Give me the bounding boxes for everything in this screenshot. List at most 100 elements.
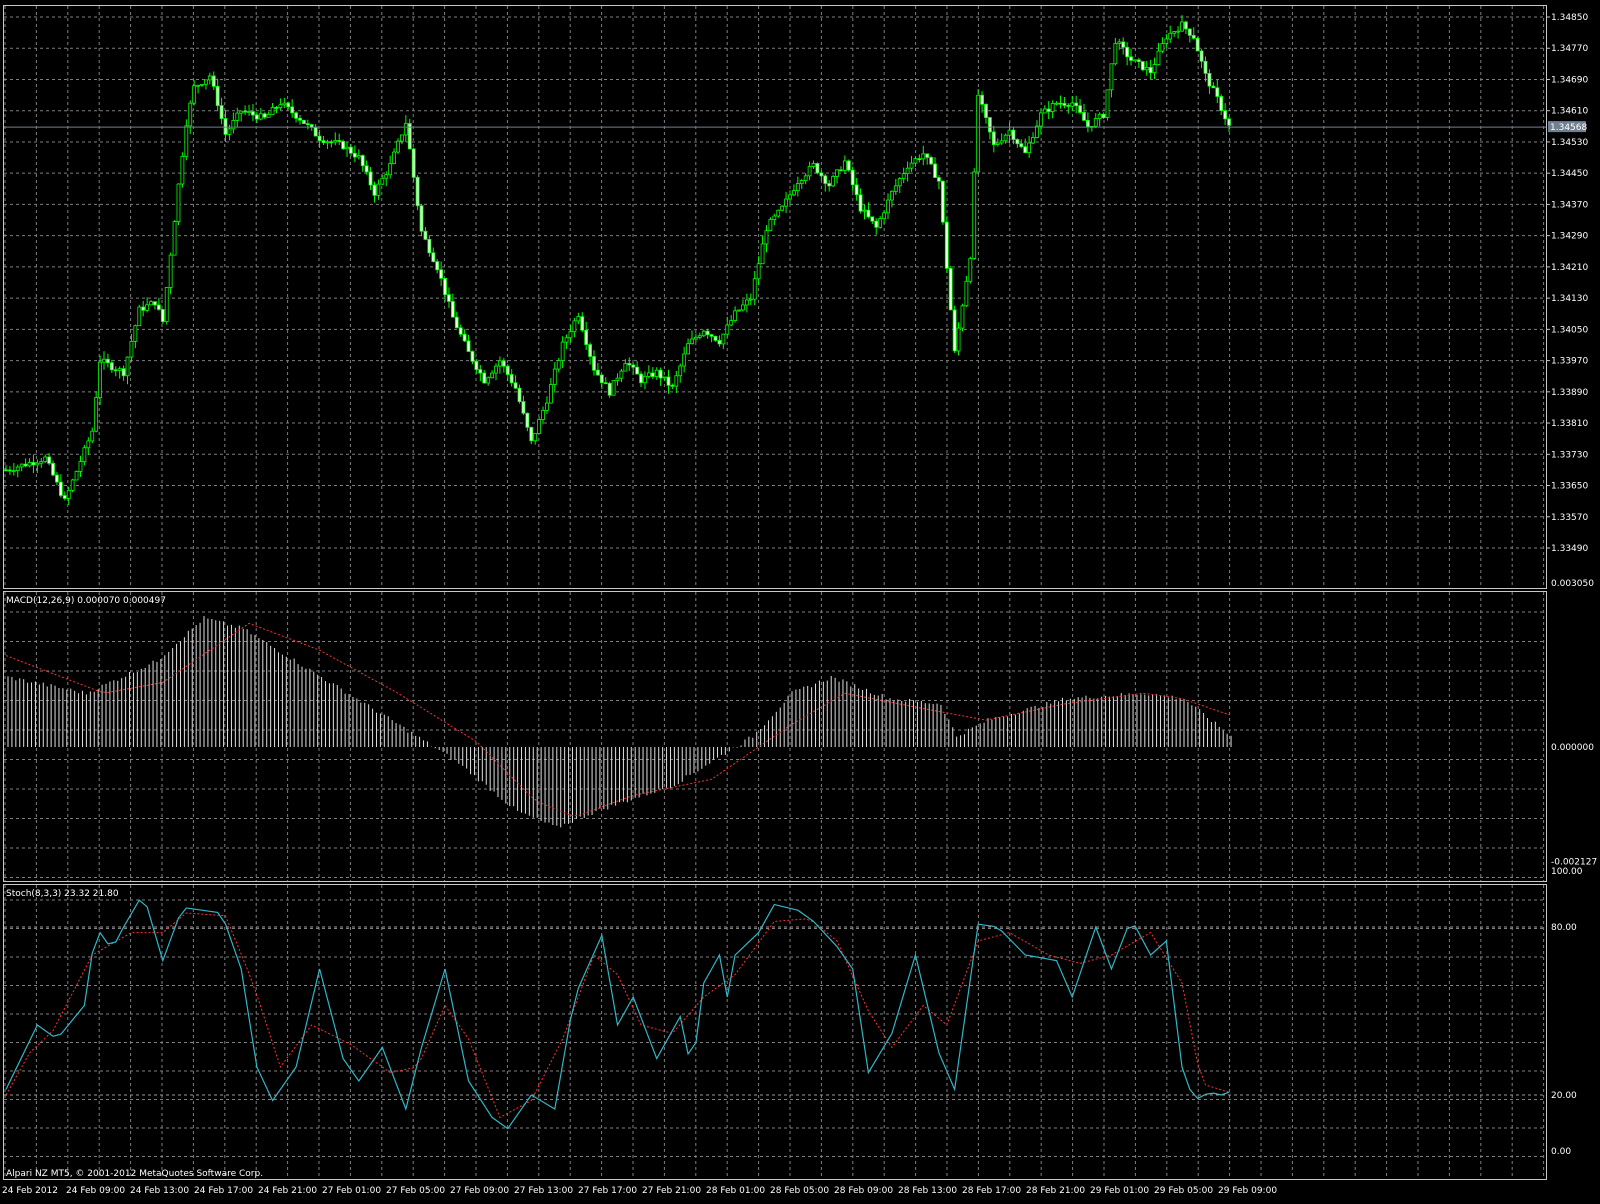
candle-body [1207,72,1212,87]
candle-body [752,278,757,300]
candle-body [611,380,616,396]
candle-body [411,148,416,178]
candle-body [576,316,581,322]
candle-body [270,107,275,115]
candle-body [866,209,871,218]
candle-body [529,426,534,442]
candle-body [670,384,675,387]
time-tick-label: 27 Feb 17:00 [578,1186,637,1196]
copyright-text: Alpari NZ MT5, © 2001-2012 MetaQuotes So… [6,1169,263,1179]
candle-body [944,221,949,269]
time-axis: 24 Feb 2012 24 Feb 09:00 24 Feb 13:00 24 Fe… [2,1186,1277,1196]
price-tick-label: 1.33730 [1551,450,1588,460]
candle-body [1007,129,1012,136]
candle-body [741,304,745,311]
candle-body [298,117,302,121]
candle-body [1180,21,1184,32]
candle-body [815,163,820,174]
candle-body [592,356,596,371]
candle-body [427,238,432,254]
main-chart-panel[interactable] [3,5,1547,589]
candle-body [643,375,647,384]
candle-body [556,360,561,370]
candle-body [172,221,177,256]
candle-body [23,463,28,467]
candle-body [713,335,718,341]
candle-body [756,263,761,280]
price-tick-label: 1.33570 [1551,513,1588,523]
candle-body [55,474,59,483]
macd-tick-label: -0.002127 [1551,857,1597,867]
price-candles [4,15,1231,505]
time-tick-label: 24 Feb 21:00 [258,1186,317,1196]
candle-body [1027,142,1032,154]
candle-body [345,146,349,150]
candle-body [176,183,181,223]
candle-body [184,125,189,157]
candle-body [658,369,663,379]
candle-body [1046,108,1051,112]
candle-body [1117,41,1122,45]
candle-body [380,177,385,185]
candle-body [799,180,804,184]
candle-body [454,316,459,329]
stoch-tick-label: 20.00 [1551,1091,1577,1101]
candle-body [15,466,20,471]
candle-body [674,375,679,387]
candle-body [388,163,393,176]
candle-body [204,79,208,85]
candle-body [737,309,741,312]
candle-body [1015,139,1020,145]
candle-body [243,110,248,113]
candle-body [490,372,494,379]
candle-body [443,277,447,296]
candle-body [882,212,886,219]
candle-body [744,299,749,306]
candle-body [274,107,279,109]
time-tick-label: 29 Feb 01:00 [1090,1186,1149,1196]
candle-body [1011,129,1016,140]
candle-body [701,330,706,337]
price-tick-label: 1.33970 [1551,357,1588,367]
candle-body [568,331,573,339]
candle-body [862,209,867,212]
macd-tick-label: 0.003050 [1551,579,1594,589]
candle-body [329,141,334,144]
candle-body [619,370,624,379]
candle-body [541,409,545,420]
candle-body [627,363,632,366]
candle-body [623,363,628,372]
candle-body [811,163,816,167]
chart-canvas[interactable]: 1.34568 1.348501.347701.346901.346101.34… [0,0,1600,1200]
candle-body [47,456,52,464]
candle-body [709,334,714,337]
candle-body [988,117,992,133]
price-tick-label: 1.33810 [1551,419,1588,429]
stoch-tick-label: 100.00 [1551,867,1583,877]
candle-body [219,105,224,119]
candle-body [98,361,102,398]
candle-body [509,374,514,384]
candle-body [933,163,937,178]
candle-body [227,128,232,135]
candle-body [341,141,346,150]
candle-body [396,140,400,153]
price-tick-label: 1.34850 [1551,13,1588,23]
candle-body [1093,118,1098,127]
candle-body [1152,64,1157,74]
price-tick-label: 1.34210 [1551,263,1588,273]
candle-body [1082,112,1086,121]
candle-body [486,377,491,384]
candle-body [733,310,738,321]
candle-body [215,85,220,106]
candle-body [356,155,361,158]
candle-body [188,102,193,127]
candle-body [513,382,518,389]
price-tick-label: 1.34530 [1551,138,1588,148]
candle-body [631,364,636,368]
candle-body [1160,43,1165,52]
candle-body [1136,59,1141,62]
candle-body [39,461,44,464]
candle-body [192,85,197,104]
candle-body [897,178,902,187]
